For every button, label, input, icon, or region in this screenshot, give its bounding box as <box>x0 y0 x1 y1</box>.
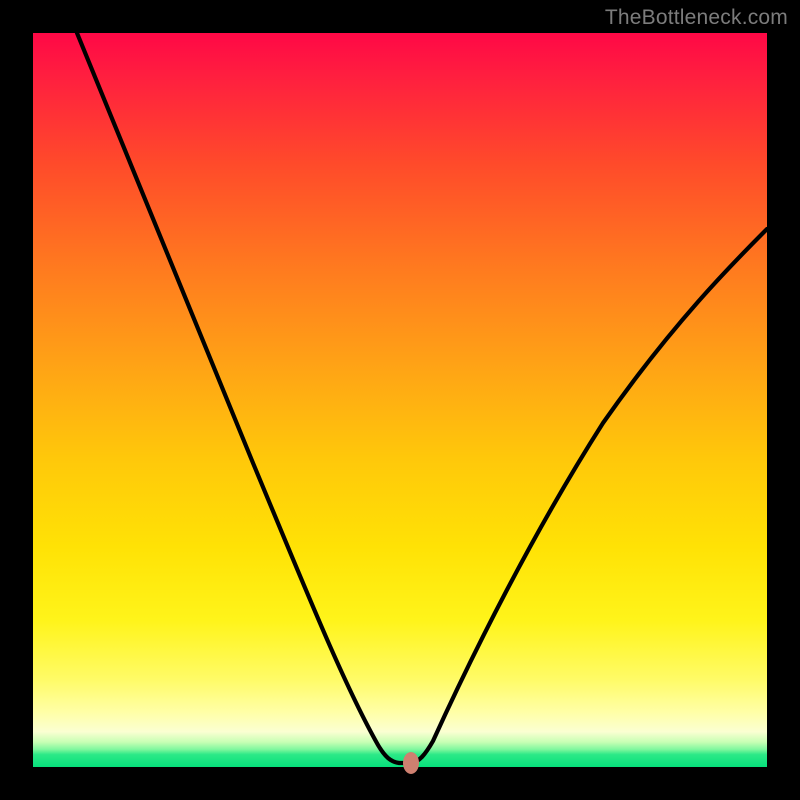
bottleneck-curve <box>33 33 767 767</box>
optimal-point-marker <box>403 752 419 774</box>
curve-path <box>77 33 767 763</box>
watermark-text: TheBottleneck.com <box>605 6 788 30</box>
gradient-plot-area <box>33 33 767 767</box>
chart-frame: TheBottleneck.com <box>0 0 800 800</box>
